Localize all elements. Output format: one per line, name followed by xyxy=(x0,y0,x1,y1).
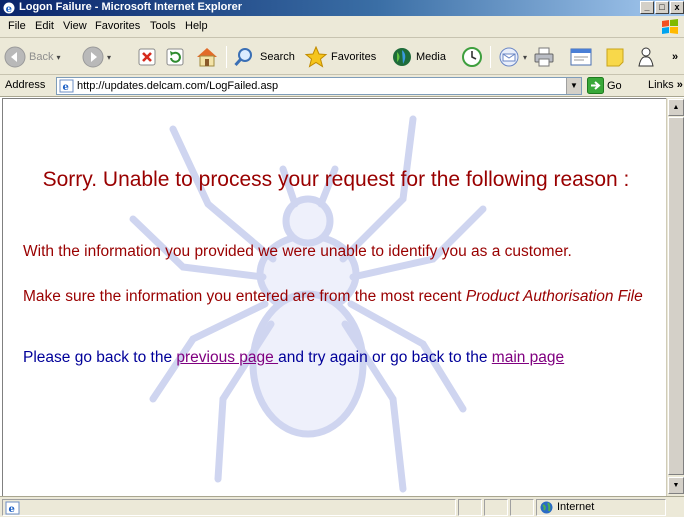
window-controls: _ □ x xyxy=(640,1,684,14)
title-bar: e Logon Failure - Microsoft Internet Exp… xyxy=(0,0,684,16)
messenger-person-icon xyxy=(638,47,654,67)
messenger-button[interactable] xyxy=(636,44,656,70)
address-url: http://updates.delcam.com/LogFailed.asp xyxy=(77,80,279,92)
media-button[interactable]: Media xyxy=(391,44,446,70)
globe-icon xyxy=(540,501,553,514)
stop-icon xyxy=(138,48,156,66)
zone-label: Internet xyxy=(557,501,595,513)
printer-icon xyxy=(534,47,554,67)
menu-favorites[interactable]: Favorites xyxy=(95,20,140,32)
refresh-button[interactable] xyxy=(165,44,185,70)
back-button[interactable]: Back ▾ xyxy=(4,44,60,70)
hint-text: Make sure the information you entered ar… xyxy=(23,288,466,305)
maximize-button[interactable]: □ xyxy=(655,1,669,14)
toolbar-separator xyxy=(490,46,491,68)
scroll-down-button[interactable]: ▼ xyxy=(668,477,684,494)
home-button[interactable] xyxy=(195,44,219,70)
search-label: Search xyxy=(260,51,295,63)
menu-bar: File Edit View Favorites Tools Help xyxy=(0,16,684,38)
status-text-pane: e xyxy=(2,499,456,516)
go-arrow-icon xyxy=(587,77,604,94)
menu-view[interactable]: View xyxy=(63,20,87,32)
mail-icon xyxy=(499,47,519,67)
forward-button[interactable]: ▾ xyxy=(82,44,111,70)
chevron-down-icon[interactable]: ▾ xyxy=(56,53,60,62)
svg-text:e: e xyxy=(9,504,15,515)
address-bar: Address e http://updates.delcam.com/LogF… xyxy=(0,75,684,97)
svg-text:e: e xyxy=(6,4,12,14)
links-chevron: » xyxy=(676,79,683,91)
window-title: Logon Failure - Microsoft Internet Explo… xyxy=(19,1,243,13)
menu-edit[interactable]: Edit xyxy=(35,20,54,32)
refresh-icon xyxy=(166,48,184,66)
scroll-up-button[interactable]: ▲ xyxy=(668,99,684,116)
previous-page-link[interactable]: previous page xyxy=(176,349,278,366)
page-content: Sorry. Unable to process your request fo… xyxy=(2,98,666,496)
history-icon xyxy=(462,47,482,67)
status-progress-pane xyxy=(458,499,482,516)
svg-text:e: e xyxy=(63,82,69,93)
edit-button[interactable] xyxy=(569,44,593,70)
mail-button[interactable]: ▾ xyxy=(498,44,527,70)
page-status-icon: e xyxy=(5,501,20,515)
address-label: Address xyxy=(5,79,46,91)
standard-toolbar: Back ▾ ▾ Search Favorites Media ▾ » xyxy=(0,38,684,75)
menu-tools[interactable]: Tools xyxy=(150,20,176,32)
main-page-link[interactable]: main page xyxy=(492,349,564,366)
status-bar: e Internet xyxy=(0,496,684,517)
search-icon xyxy=(234,48,252,67)
failure-hint: Make sure the information you entered ar… xyxy=(23,287,643,306)
home-icon xyxy=(197,48,217,67)
ie-logo-icon: e xyxy=(3,2,15,14)
windows-flag-icon xyxy=(662,19,678,34)
search-button[interactable]: Search xyxy=(233,44,295,70)
hint-file-name: Product Authorisation File xyxy=(465,288,643,305)
toolbar-overflow-chevron[interactable]: » xyxy=(672,44,678,70)
favorites-label: Favorites xyxy=(331,51,377,63)
goback-middle-text: and try again or go back to the xyxy=(278,349,492,366)
print-button[interactable] xyxy=(533,44,555,70)
error-heading: Sorry. Unable to process your request fo… xyxy=(42,168,630,191)
goback-text: Please go back to the xyxy=(23,349,177,366)
note-icon xyxy=(606,48,624,67)
failure-reason: With the information you provided we wer… xyxy=(23,243,572,260)
address-dropdown-arrow[interactable]: ▼ xyxy=(566,78,581,94)
minimize-button[interactable]: _ xyxy=(640,1,654,14)
security-zone-pane: Internet xyxy=(536,499,666,516)
status-lock-pane xyxy=(484,499,508,516)
close-button[interactable]: x xyxy=(670,1,684,14)
forward-arrow-icon xyxy=(82,46,104,68)
chevron-down-icon[interactable]: ▾ xyxy=(523,53,527,62)
go-back-instructions: Please go back to the previous page and … xyxy=(23,349,564,367)
stop-button[interactable] xyxy=(137,44,157,70)
links-button[interactable]: Links » xyxy=(648,79,683,91)
status-privacy-pane xyxy=(510,499,534,516)
vertical-scrollbar[interactable]: ▲ ▼ xyxy=(666,98,684,496)
address-input[interactable]: e http://updates.delcam.com/LogFailed.as… xyxy=(56,77,582,95)
history-button[interactable] xyxy=(461,44,483,70)
go-button[interactable]: Go xyxy=(587,77,622,94)
favorites-button[interactable]: Favorites xyxy=(304,44,376,70)
edit-page-icon xyxy=(570,48,592,66)
toolbar-separator xyxy=(226,46,227,68)
scrollbar-thumb[interactable] xyxy=(668,117,684,475)
back-label: Back xyxy=(29,51,54,63)
menu-help[interactable]: Help xyxy=(185,20,208,32)
links-label: Links xyxy=(648,79,674,91)
page-ie-icon: e xyxy=(59,79,74,93)
back-arrow-icon xyxy=(4,46,26,68)
menu-file[interactable]: File xyxy=(8,20,26,32)
media-icon xyxy=(393,48,411,66)
star-icon xyxy=(304,46,328,68)
media-label: Media xyxy=(416,51,446,63)
discuss-button[interactable] xyxy=(604,44,626,70)
go-label: Go xyxy=(607,79,622,92)
chevron-down-icon[interactable]: ▾ xyxy=(107,53,111,62)
